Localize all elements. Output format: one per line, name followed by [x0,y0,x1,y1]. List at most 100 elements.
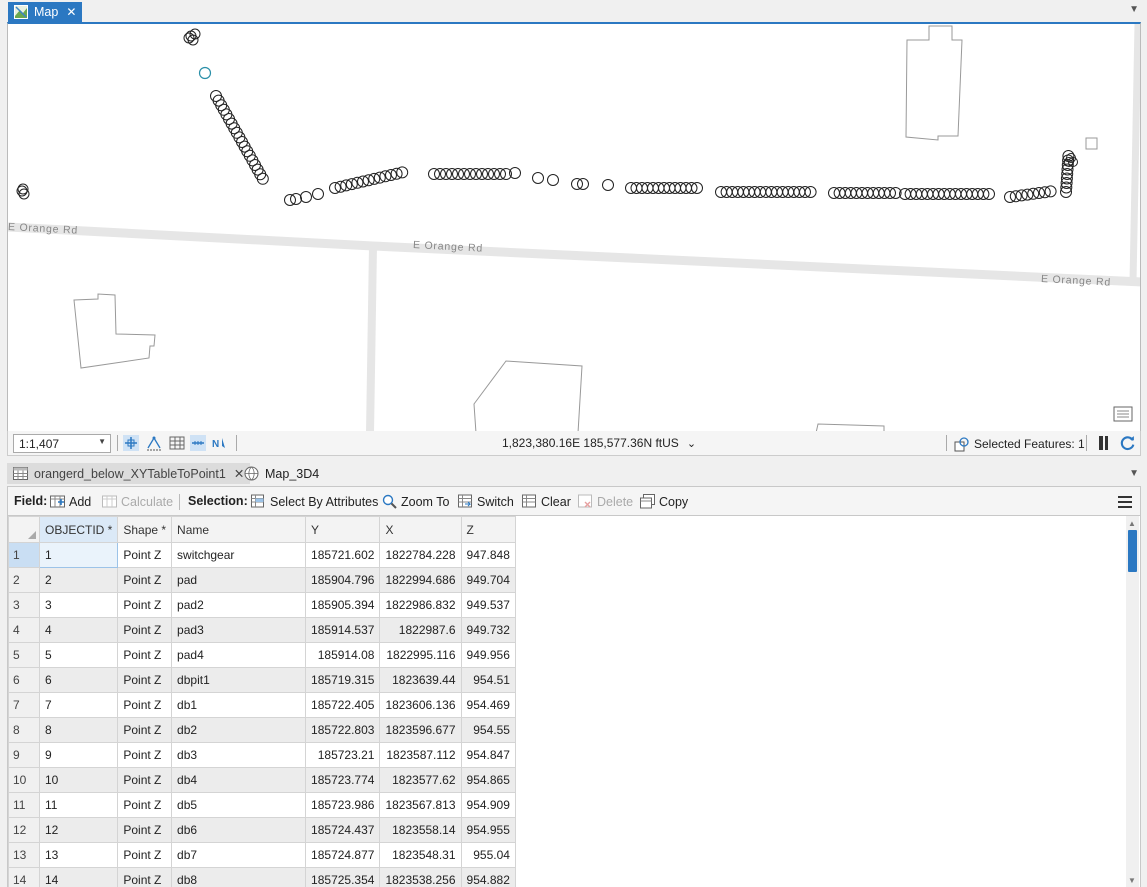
cell-shape[interactable]: Point Z [117,617,173,643]
table-row[interactable]: 10 10 Point Zdb4 185723.774 1823577.62 954.86… [8,767,516,793]
row-number[interactable]: 6 [8,667,40,693]
cell-name[interactable]: db3 [171,742,307,768]
cell-name[interactable]: dbpit1 [171,667,307,693]
cell-x[interactable]: 1822987.6 [379,617,462,643]
row-number[interactable]: 2 [8,567,40,593]
cell-name[interactable]: db1 [171,692,307,718]
cell-x[interactable]: 1823577.62 [379,767,462,793]
measure-icon[interactable] [190,435,206,451]
cell-z[interactable]: 954.55 [460,717,516,743]
selected-features-indicator[interactable]: Selected Features: 1 [954,436,1085,452]
column-header-x[interactable]: X [379,516,462,543]
table-row[interactable]: 9 9 Point Zdb3 185723.21 1823587.112 954.847 [8,742,516,768]
cell-y[interactable]: 185721.602 [305,542,381,568]
table-row[interactable]: 4 4 Point Zpad3 185914.537 1822987.6 949.732 [8,617,516,643]
cell-shape[interactable]: Point Z [117,717,173,743]
cell-objectid[interactable]: 1 [38,542,119,568]
cell-z[interactable]: 954.847 [460,742,516,768]
row-number[interactable]: 5 [8,642,40,668]
row-number[interactable]: 13 [8,842,40,868]
cell-shape[interactable]: Point Z [117,817,173,843]
copy-button[interactable]: Copy [640,494,688,509]
table-row[interactable]: 12 12 Point Zdb6 185724.437 1823558.14 954.95… [8,817,516,843]
cell-x[interactable]: 1822986.832 [379,592,462,618]
select-by-attributes-button[interactable]: Select By Attributes [251,494,378,509]
cell-z[interactable]: 954.909 [460,792,516,818]
table-row[interactable]: 7 7 Point Zdb1 185722.405 1823606.136 954.469 [8,692,516,718]
table-row[interactable]: 11 11 Point Zdb5 185723.986 1823567.813 954.9… [8,792,516,818]
tab-map-3d4[interactable]: Map_3D4 [238,463,325,484]
table-menu-icon[interactable] [1118,496,1132,508]
map-point[interactable] [185,30,197,42]
cell-shape[interactable]: Point Z [117,667,173,693]
cell-y[interactable]: 185914.537 [305,617,381,643]
chevron-down-icon[interactable]: ▼ [1129,468,1139,479]
cell-name[interactable]: db8 [171,867,307,887]
cell-objectid[interactable]: 3 [38,592,119,618]
cell-objectid[interactable]: 10 [38,767,119,793]
table-row[interactable]: 13 13 Point Zdb7 185724.877 1823548.31 955.04 [8,842,516,868]
map-point[interactable] [187,34,199,46]
cell-z[interactable]: 949.956 [460,642,516,668]
tab-attribute-table[interactable]: orangerd_below_XYTableToPoint1 ✕ [7,463,251,484]
cell-objectid[interactable]: 6 [38,667,119,693]
cell-z[interactable]: 949.537 [460,592,516,618]
cell-y[interactable]: 185723.774 [305,767,381,793]
cell-name[interactable]: db6 [171,817,307,843]
cell-y[interactable]: 185723.986 [305,792,381,818]
cell-z[interactable]: 949.732 [460,617,516,643]
cell-shape[interactable]: Point Z [117,842,173,868]
row-number[interactable]: 14 [8,867,40,887]
refresh-icon[interactable] [1119,434,1136,451]
cell-shape[interactable]: Point Z [117,867,173,887]
cell-y[interactable]: 185905.394 [305,592,381,618]
chevron-down-icon[interactable]: ▼ [1129,4,1139,15]
cell-objectid[interactable]: 4 [38,617,119,643]
cell-objectid[interactable]: 7 [38,692,119,718]
row-number[interactable]: 4 [8,617,40,643]
cell-y[interactable]: 185724.437 [305,817,381,843]
tab-map[interactable]: Map ✕ [8,2,83,22]
cell-shape[interactable]: Point Z [117,642,173,668]
column-header-name[interactable]: Name [171,516,307,543]
cell-name[interactable]: db5 [171,792,307,818]
cell-x[interactable]: 1823639.44 [379,667,462,693]
add-field-button[interactable]: Add [50,494,91,509]
calculate-field-button[interactable]: Calculate [102,494,173,509]
coordinate-readout[interactable]: 1,823,380.16E 185,577.36N ftUS ⌄ [502,436,696,450]
cell-name[interactable]: db4 [171,767,307,793]
column-header-z[interactable]: Z [460,516,516,543]
cell-z[interactable]: 954.469 [460,692,516,718]
row-number[interactable]: 11 [8,792,40,818]
cell-objectid[interactable]: 8 [38,717,119,743]
cell-x[interactable]: 1823567.813 [379,792,462,818]
cell-shape[interactable]: Point Z [117,742,173,768]
close-icon[interactable]: ✕ [66,5,76,19]
map-point[interactable] [602,179,614,191]
row-number[interactable]: 12 [8,817,40,843]
cell-y[interactable]: 185719.315 [305,667,381,693]
north-arrow-icon[interactable]: N [212,435,228,451]
row-number[interactable]: 1 [8,542,40,568]
delete-button[interactable]: Delete [578,494,633,509]
cell-name[interactable]: pad4 [171,642,307,668]
cell-x[interactable]: 1823538.256 [379,867,462,887]
cell-x[interactable]: 1822995.116 [379,642,462,668]
cell-x[interactable]: 1823596.677 [379,717,462,743]
map-point[interactable] [290,193,302,205]
map-point[interactable] [547,174,559,186]
cell-z[interactable]: 955.04 [460,842,516,868]
grid-snap-icon[interactable] [123,435,139,451]
cell-y[interactable]: 185725.354 [305,867,381,887]
row-number[interactable]: 7 [8,692,40,718]
cell-y[interactable]: 185723.21 [305,742,381,768]
cell-objectid[interactable]: 5 [38,642,119,668]
cell-y[interactable]: 185724.877 [305,842,381,868]
cell-y[interactable]: 185722.803 [305,717,381,743]
cell-name[interactable]: switchgear [171,542,307,568]
scroll-down-icon[interactable]: ▼ [1128,876,1136,885]
column-header-objectid[interactable]: OBJECTID * [38,516,119,543]
cell-shape[interactable]: Point Z [117,792,173,818]
cell-z[interactable]: 954.955 [460,817,516,843]
cell-z[interactable]: 954.882 [460,867,516,887]
